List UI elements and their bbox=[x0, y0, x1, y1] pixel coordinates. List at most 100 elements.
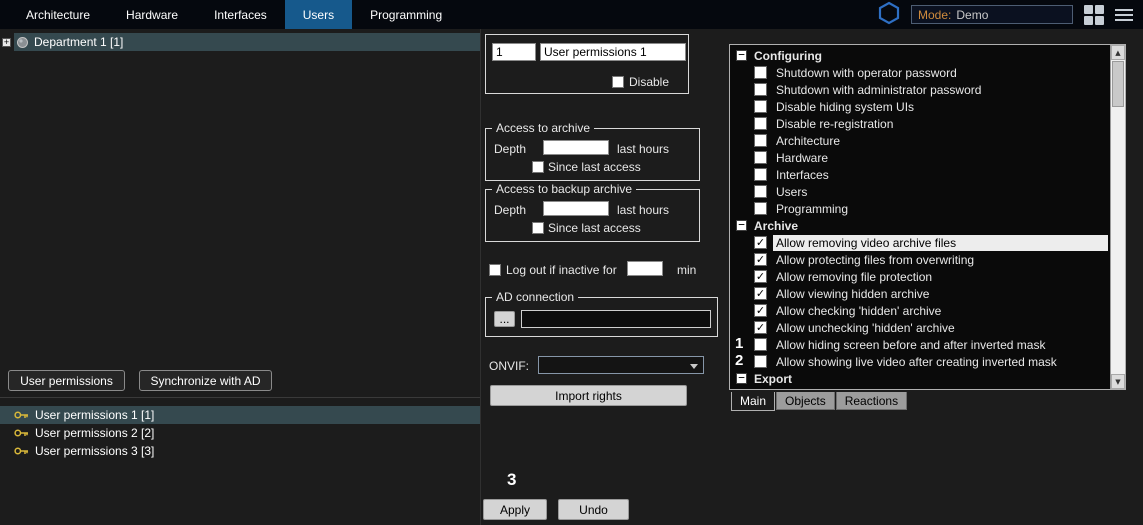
backup-since-label: Since last access bbox=[548, 221, 641, 235]
rights-checkbox[interactable] bbox=[754, 83, 767, 96]
archive-since-checkbox[interactable] bbox=[532, 161, 544, 173]
rights-checkbox[interactable] bbox=[754, 202, 767, 215]
rights-checkbox[interactable]: ✓ bbox=[754, 321, 767, 334]
rights-checkbox[interactable] bbox=[754, 100, 767, 113]
rights-checkbox[interactable] bbox=[754, 66, 767, 79]
rights-item-label[interactable]: Allow hiding screen before and after inv… bbox=[773, 337, 1048, 353]
logout-minutes-input[interactable] bbox=[627, 261, 663, 276]
rights-checkbox[interactable] bbox=[754, 151, 767, 164]
name-input[interactable] bbox=[540, 43, 686, 61]
expand-plus-icon[interactable]: + bbox=[2, 38, 11, 47]
permission-item-label: User permissions 2 [2] bbox=[35, 426, 154, 440]
rights-group-label: Export bbox=[754, 372, 792, 386]
tree-row-department[interactable]: + Department 1 [1] bbox=[0, 33, 480, 51]
rights-item-label[interactable]: Disable re-registration bbox=[773, 116, 896, 132]
min-label: min bbox=[677, 263, 696, 277]
rights-item-label[interactable]: Shutdown with administrator password bbox=[773, 82, 984, 98]
annotation-marker: 1 bbox=[735, 335, 743, 352]
rights-item-label[interactable]: Allow viewing hidden archive bbox=[773, 286, 932, 302]
rights-item-label[interactable]: Disable hiding system UIs bbox=[773, 99, 917, 115]
identity-group: Disable bbox=[485, 34, 689, 94]
rights-rows: −ConfiguringShutdown with operator passw… bbox=[730, 47, 1109, 387]
rights-item-label[interactable]: Allow removing video archive files bbox=[773, 235, 1108, 251]
onvif-dropdown[interactable] bbox=[538, 356, 704, 374]
rights-checkbox[interactable]: ✓ bbox=[754, 304, 767, 317]
rights-checkbox[interactable] bbox=[754, 355, 767, 368]
rights-checkbox[interactable] bbox=[754, 185, 767, 198]
vertical-scrollbar[interactable]: ▲ ▼ bbox=[1110, 45, 1125, 389]
rights-item-label[interactable]: Programming bbox=[773, 201, 851, 217]
permission-list-item[interactable]: User permissions 3 [3] bbox=[0, 442, 480, 460]
ad-browse-button[interactable]: ... bbox=[494, 311, 515, 327]
scrollbar-thumb[interactable] bbox=[1112, 61, 1124, 107]
rights-item-label[interactable]: Allow unchecking 'hidden' archive bbox=[773, 320, 958, 336]
rights-item-row: Shutdown with administrator password bbox=[730, 81, 1109, 98]
permission-list-item[interactable]: User permissions 1 [1] bbox=[0, 406, 480, 424]
rights-tab-objects[interactable]: Objects bbox=[776, 392, 835, 410]
rights-checkbox[interactable] bbox=[754, 117, 767, 130]
tab-interfaces[interactable]: Interfaces bbox=[196, 0, 285, 29]
rights-item-label[interactable]: Architecture bbox=[773, 133, 843, 149]
backup-depth-label: Depth bbox=[494, 203, 526, 217]
rights-item-label[interactable]: Interfaces bbox=[773, 167, 832, 183]
rights-item-label[interactable]: Hardware bbox=[773, 150, 831, 166]
backup-since-checkbox[interactable] bbox=[532, 222, 544, 234]
archive-unit-label: last hours bbox=[617, 142, 669, 156]
rights-checkbox[interactable] bbox=[754, 338, 767, 351]
chevron-down-icon bbox=[690, 364, 698, 369]
menu-icon[interactable] bbox=[1115, 9, 1133, 21]
ad-connection-input[interactable] bbox=[521, 310, 711, 328]
rights-item-label[interactable]: Allow showing live video after creating … bbox=[773, 354, 1060, 370]
disable-checkbox[interactable] bbox=[612, 76, 624, 88]
archive-group-title: Access to archive bbox=[492, 121, 594, 135]
rights-tab-main[interactable]: Main bbox=[731, 392, 775, 411]
scroll-down-icon[interactable]: ▼ bbox=[1111, 374, 1125, 389]
expand-toggle-icon[interactable]: − bbox=[736, 50, 747, 61]
objects-tree-panel: + Department 1 [1] User permissions Sync… bbox=[0, 29, 481, 525]
archive-since-label: Since last access bbox=[548, 160, 641, 174]
rights-checkbox[interactable] bbox=[754, 134, 767, 147]
tab-hardware[interactable]: Hardware bbox=[108, 0, 196, 29]
synchronize-with-ad-button[interactable]: Synchronize with AD bbox=[139, 370, 272, 391]
archive-depth-input[interactable] bbox=[543, 140, 609, 155]
rights-tabs: MainObjectsReactions bbox=[731, 392, 908, 411]
backup-depth-input[interactable] bbox=[543, 201, 609, 216]
ad-connection-group: AD connection ... bbox=[485, 297, 718, 337]
rights-panel: −ConfiguringShutdown with operator passw… bbox=[728, 29, 1133, 525]
logout-inactive-checkbox[interactable] bbox=[489, 264, 501, 276]
rights-item-label[interactable]: Allow removing file protection bbox=[773, 269, 935, 285]
undo-button[interactable]: Undo bbox=[558, 499, 629, 520]
expand-toggle-icon[interactable]: − bbox=[736, 220, 747, 231]
rights-group-label: Archive bbox=[754, 219, 798, 233]
tab-programming[interactable]: Programming bbox=[352, 0, 460, 29]
rights-tab-reactions[interactable]: Reactions bbox=[836, 392, 907, 410]
rights-item-row: Architecture bbox=[730, 132, 1109, 149]
app-window: ArchitectureHardwareInterfacesUsersProgr… bbox=[0, 0, 1143, 525]
tab-architecture[interactable]: Architecture bbox=[8, 0, 108, 29]
rights-checkbox[interactable] bbox=[754, 168, 767, 181]
rights-checkbox[interactable]: ✓ bbox=[754, 253, 767, 266]
access-to-backup-archive-group: Access to backup archive Depth last hour… bbox=[485, 189, 700, 242]
rights-item-label[interactable]: Users bbox=[773, 184, 810, 200]
layout-grid-icon[interactable] bbox=[1084, 5, 1104, 25]
rights-item-label[interactable]: Allow protecting files from overwriting bbox=[773, 252, 977, 268]
import-rights-button[interactable]: Import rights bbox=[490, 385, 687, 406]
key-icon bbox=[14, 446, 29, 456]
apply-button[interactable]: Apply bbox=[483, 499, 547, 520]
permission-list-item[interactable]: User permissions 2 [2] bbox=[0, 424, 480, 442]
logout-inactive-label: Log out if inactive for bbox=[506, 263, 617, 277]
id-input[interactable] bbox=[492, 43, 536, 61]
rights-checkbox[interactable]: ✓ bbox=[754, 270, 767, 283]
user-permissions-button[interactable]: User permissions bbox=[8, 370, 125, 391]
rights-item-row: Users bbox=[730, 183, 1109, 200]
tab-users[interactable]: Users bbox=[285, 0, 352, 29]
rights-item-row: ✓ Allow viewing hidden archive bbox=[730, 285, 1109, 302]
hexagon-logo-icon bbox=[878, 1, 900, 28]
expand-toggle-icon[interactable]: − bbox=[736, 373, 747, 384]
rights-checkbox[interactable]: ✓ bbox=[754, 236, 767, 249]
rights-item-label[interactable]: Allow checking 'hidden' archive bbox=[773, 303, 944, 319]
scroll-up-icon[interactable]: ▲ bbox=[1111, 45, 1125, 60]
rights-checkbox[interactable]: ✓ bbox=[754, 287, 767, 300]
department-selection[interactable]: Department 1 [1] bbox=[14, 33, 480, 51]
rights-item-label[interactable]: Shutdown with operator password bbox=[773, 65, 960, 81]
